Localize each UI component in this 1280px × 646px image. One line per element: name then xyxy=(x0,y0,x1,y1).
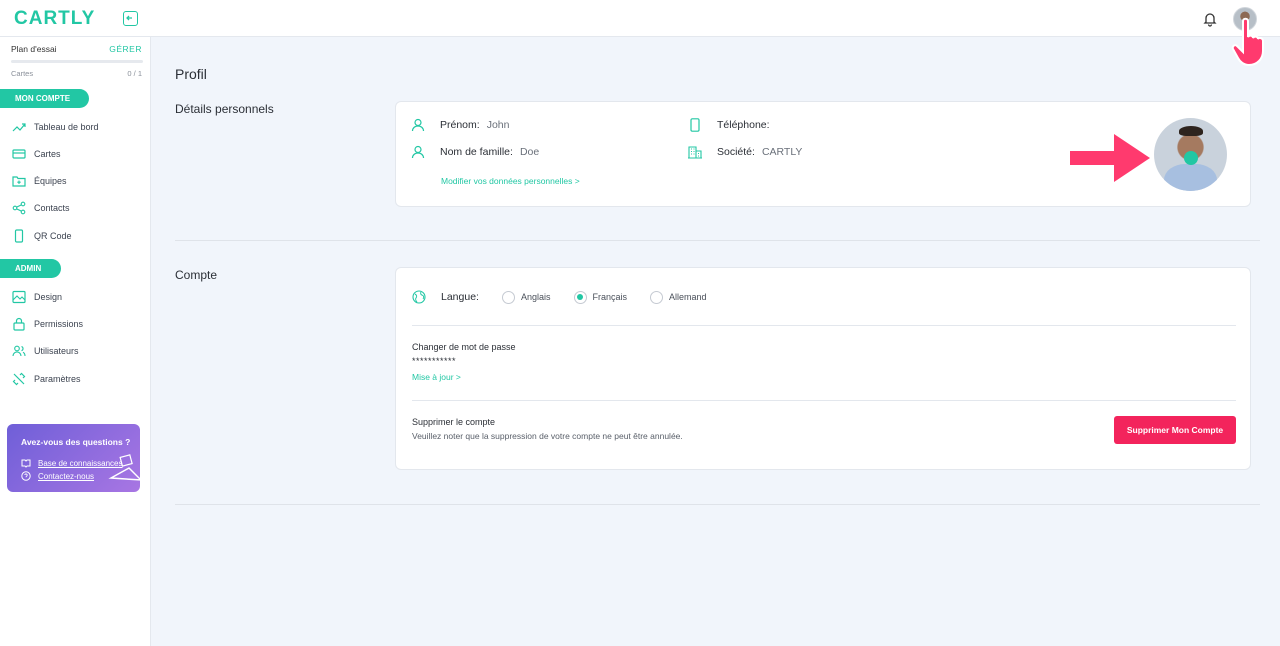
password-title: Changer de mot de passe xyxy=(412,342,516,352)
sidebar-item-contacts[interactable]: Contacts xyxy=(12,200,70,216)
sidebar-item-cards[interactable]: Cartes xyxy=(12,146,61,162)
divider xyxy=(412,400,1236,401)
collapse-sidebar-icon[interactable] xyxy=(123,11,138,26)
pointing-hand-icon xyxy=(1231,17,1264,67)
building-icon xyxy=(688,146,702,159)
sidebar-item-label: Utilisateurs xyxy=(34,346,79,356)
usage-count: 0 / 1 xyxy=(127,69,142,78)
sidebar-item-label: Contacts xyxy=(34,203,70,213)
personal-details-title: Détails personnels xyxy=(175,102,274,116)
cartly-logo[interactable]: CARTLY xyxy=(14,8,95,30)
account-section-title: Compte xyxy=(175,268,218,282)
user-icon xyxy=(411,145,425,159)
help-card: Avez-vous des questions ? Base de connai… xyxy=(7,424,140,492)
help-title: Avez-vous des questions ? xyxy=(21,437,131,447)
tools-icon xyxy=(12,372,26,386)
section-mon-compte: MON COMPTE xyxy=(0,89,89,108)
phone-field: Téléphone: xyxy=(688,118,777,132)
sidebar-item-label: Design xyxy=(34,292,63,302)
account-card: Langue: Anglais Français Allemand Change… xyxy=(395,267,1251,470)
sidebar-item-users[interactable]: Utilisateurs xyxy=(12,343,79,359)
book-icon xyxy=(21,459,31,468)
password-mask: *********** xyxy=(412,356,457,366)
phone-icon xyxy=(14,229,24,243)
delete-account-title: Supprimer le compte xyxy=(412,417,496,427)
company-value: CARTLY xyxy=(761,146,803,158)
sidebar-item-label: Tableau de bord xyxy=(34,122,99,132)
sidebar-item-permissions[interactable]: Permissions xyxy=(12,316,83,332)
help-circle-icon xyxy=(21,471,31,481)
globe-icon xyxy=(412,290,426,304)
usage-progress-bar xyxy=(11,60,143,63)
page-title: Profil xyxy=(175,66,207,82)
last-name-field: Nom de famille: Doe xyxy=(411,145,539,159)
update-password-link[interactable]: Mise à jour > xyxy=(412,372,461,382)
divider xyxy=(412,325,1236,326)
first-name-field: Prénom: John xyxy=(411,118,509,132)
sidebar-item-label: QR Code xyxy=(34,231,72,241)
delete-account-description: Veuillez noter que la suppression de vot… xyxy=(412,431,683,441)
contact-us-link[interactable]: Contactez-nous xyxy=(21,471,94,481)
language-option-allemand[interactable]: Allemand xyxy=(650,290,707,304)
card-icon xyxy=(12,149,26,159)
language-row: Langue: Anglais Français Allemand xyxy=(412,290,707,304)
lock-icon xyxy=(13,317,25,331)
pointing-arrow-icon xyxy=(1070,134,1150,182)
language-option-anglais[interactable]: Anglais xyxy=(501,290,551,304)
sidebar-item-label: Cartes xyxy=(34,149,61,159)
sidebar-item-teams[interactable]: Équipes xyxy=(12,173,67,189)
image-icon xyxy=(12,290,26,304)
divider xyxy=(175,240,1260,241)
language-label: Langue: xyxy=(441,291,479,303)
change-photo-icon[interactable] xyxy=(1184,151,1198,165)
sidebar-item-qr-code[interactable]: QR Code xyxy=(12,228,72,244)
language-option-francais[interactable]: Français xyxy=(573,290,627,304)
share-icon xyxy=(12,201,26,215)
trending-up-icon xyxy=(12,123,26,132)
delete-account-button[interactable]: Supprimer Mon Compte xyxy=(1114,416,1236,444)
personal-details-card: Prénom: John Nom de famille: Doe Télépho… xyxy=(395,101,1251,207)
sidebar: Plan d'essai GÉRER Cartes 0 / 1 MON COMP… xyxy=(0,37,151,646)
users-icon xyxy=(12,345,26,357)
sidebar-item-dashboard[interactable]: Tableau de bord xyxy=(12,119,99,135)
last-name-value: Doe xyxy=(519,146,540,158)
sidebar-item-label: Équipes xyxy=(34,176,67,186)
company-field: Société: CARTLY xyxy=(688,145,802,159)
sidebar-item-design[interactable]: Design xyxy=(12,289,62,305)
top-bar: CARTLY xyxy=(0,0,1280,37)
user-icon xyxy=(411,118,425,132)
plan-label: Plan d'essai xyxy=(11,44,57,54)
section-admin: ADMIN xyxy=(0,259,61,278)
folder-plus-icon xyxy=(12,176,26,187)
sidebar-item-label: Paramètres xyxy=(34,374,81,384)
bell-icon[interactable] xyxy=(1202,11,1218,27)
edit-personal-details-link[interactable]: Modifier vos données personnelles > xyxy=(441,176,580,186)
sidebar-item-settings[interactable]: Paramètres xyxy=(12,371,81,387)
phone-icon xyxy=(690,118,700,132)
usage-label: Cartes xyxy=(11,69,34,78)
divider xyxy=(175,504,1260,505)
manage-plan-link[interactable]: GÉRER xyxy=(109,44,142,54)
first-name-value: John xyxy=(486,119,510,131)
envelope-illustration-icon xyxy=(108,454,140,481)
sidebar-item-label: Permissions xyxy=(34,319,84,329)
